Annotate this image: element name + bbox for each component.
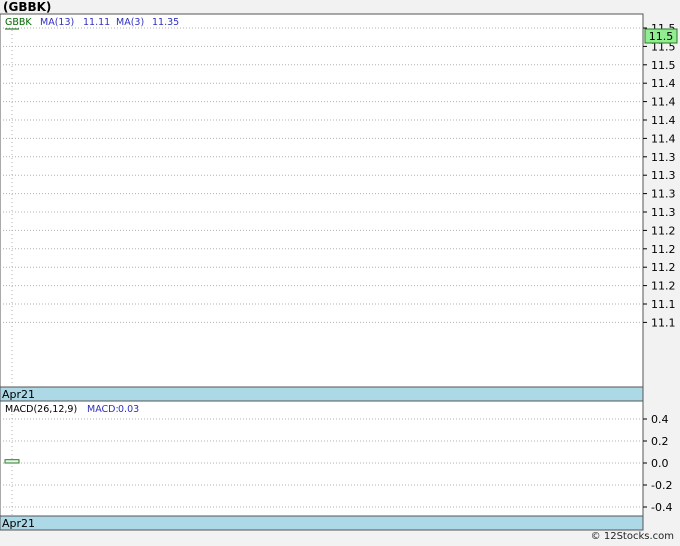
macd-legend-value: 0.03 [118, 404, 139, 415]
price-panel [0, 13, 644, 388]
macd-tick-label: -0.2 [651, 479, 672, 492]
price-date-band: Apr21 [0, 386, 644, 402]
price-legend: GBBK MA(13) 11.11 MA(3) 11.35 [5, 17, 179, 28]
macd-histogram-bar [4, 459, 20, 464]
price-tick-label: 11.5 [651, 59, 676, 72]
macd-y-axis: 0.4 0.2 0.0 -0.2 -0.4 [643, 413, 672, 514]
macd-tick-label: 0.0 [651, 457, 669, 470]
last-price-label: 11.5 [649, 30, 674, 43]
price-legend-ma3-value: 11.35 [152, 17, 179, 28]
price-legend-ma13-label: MA(13) [40, 17, 74, 28]
price-tick-label: 11.3 [651, 169, 676, 182]
price-tick-label: 11.4 [651, 96, 676, 109]
macd-panel [0, 400, 644, 517]
price-tick-label: 11.4 [651, 132, 676, 145]
macd-tick-label: -0.4 [651, 501, 672, 514]
price-tick-label: 11.1 [651, 298, 676, 311]
macd-legend: MACD(26,12,9) MACD: 0.03 [5, 404, 139, 415]
price-tick-label: 11.1 [651, 316, 676, 329]
price-legend-ma13-value: 11.11 [83, 17, 110, 28]
macd-legend-title: MACD(26,12,9) [5, 404, 77, 415]
macd-tick-label: 0.4 [651, 413, 669, 426]
price-tick-label: 11.4 [651, 114, 676, 127]
price-date-label: Apr21 [2, 388, 35, 401]
macd-legend-label: MACD: [87, 404, 119, 415]
macd-date-band: Apr21 [0, 515, 644, 531]
chart-canvas: 11.511.511.511.411.411.411.411.311.311.3… [0, 13, 678, 531]
price-tick-label: 11.2 [651, 261, 676, 274]
price-tick-label: 11.2 [651, 243, 676, 256]
price-tick-label: 11.3 [651, 188, 676, 201]
last-price-marker: 11.5 [644, 28, 678, 44]
price-tick-label: 11.2 [651, 224, 676, 237]
price-tick-label: 11.3 [651, 206, 676, 219]
macd-date-label: Apr21 [2, 517, 35, 530]
price-tick-label: 11.3 [651, 151, 676, 164]
price-y-axis: 11.511.511.511.411.411.411.411.311.311.3… [643, 22, 676, 329]
site-credit: © 12Stocks.com [590, 531, 674, 542]
price-legend-ma3-label: MA(3) [116, 17, 144, 28]
price-tick-label: 11.4 [651, 77, 676, 90]
price-legend-symbol: GBBK [5, 17, 32, 28]
price-tick-label: 11.2 [651, 280, 676, 293]
macd-tick-label: 0.2 [651, 435, 669, 448]
